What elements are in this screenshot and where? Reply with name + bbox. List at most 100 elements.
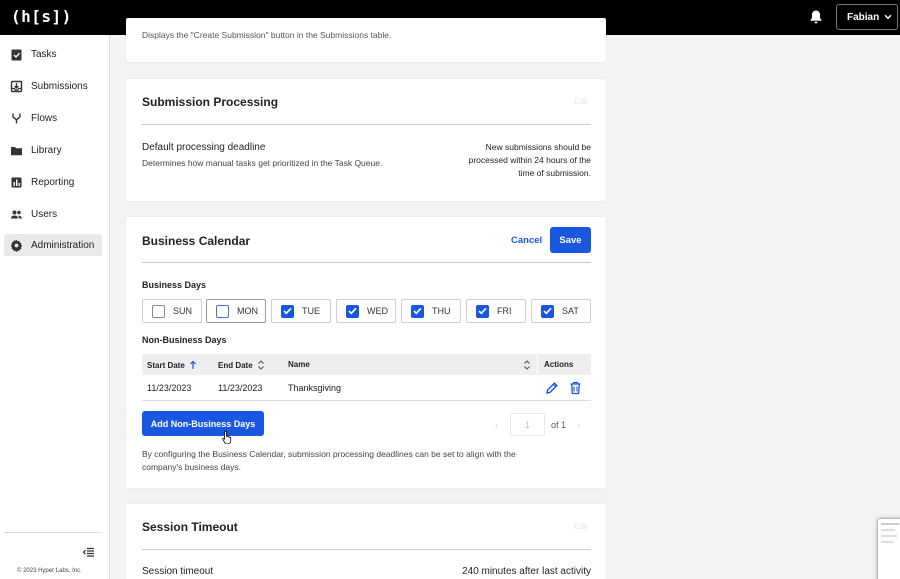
check-icon [543,307,552,315]
checkbox[interactable] [411,304,424,318]
copyright: © 2023 Hyper Labs, Inc. [17,568,82,574]
cell-start-date: 11/23/2023 [147,383,192,393]
column-label: Start Date [147,360,185,370]
card-title: Session Timeout [142,520,238,534]
setting-value-line2: processed within 24 hours of the [468,155,591,165]
setting-value-line3: time of submission. [518,168,591,178]
day-label: WED [367,306,388,316]
sidebar-divider [4,532,102,533]
checkbox[interactable] [346,304,359,318]
bar-chart-icon [11,177,22,187]
day-label: SUN [173,306,193,316]
business-days-label: Business Days [142,280,207,290]
table-row: 11/23/2023 11/23/2023 Thanksgiving [142,375,591,401]
setting-value-line1: New submissions should be [485,142,591,152]
column-header-name[interactable]: Name [288,360,310,369]
edit-button[interactable]: Edit [574,522,588,531]
users-icon [11,210,22,218]
thumbnail-line [881,535,897,537]
add-non-business-days-button[interactable]: Add Non-Business Days [142,411,264,436]
cell-name: Thanksgiving [288,383,342,393]
sidebar-item-submissions[interactable]: Submissions [4,75,102,97]
app-logo[interactable]: (h[s]) [11,7,72,26]
sidebar-item-label: Administration [31,239,95,251]
sidebar-item-label: Library [31,144,62,156]
next-page-icon[interactable]: › [577,420,580,430]
column-label: End Date [218,360,253,370]
page-input[interactable]: 1 [510,413,545,436]
day-toggle-thu[interactable]: THU [401,299,461,323]
user-name: Fabian [847,11,880,23]
sidebar-item-label: Tasks [31,48,57,60]
footnote-line2: company's business days. [142,462,241,472]
checkbox[interactable] [216,304,229,318]
pencil-icon[interactable] [545,381,559,395]
day-label: MON [237,306,258,316]
checkbox[interactable] [281,304,294,318]
column-label: Actions [544,360,574,369]
edit-button[interactable]: Edit [574,97,588,106]
trash-icon[interactable] [569,381,582,395]
setting-label: Session timeout [142,566,214,577]
clipboard-check-icon [11,49,22,60]
column-header-end-date[interactable]: End Date [218,360,265,370]
inbox-icon [10,80,23,92]
column-header-actions: Actions [544,360,573,369]
card-session-timeout: Session Timeout Edit Session timeout 240… [126,504,606,579]
previous-page-icon[interactable]: ‹ [495,420,498,430]
setting-value: 240 minutes after last activity [462,566,591,577]
check-icon [413,307,422,315]
divider [142,549,591,550]
sidebar-item-library[interactable]: Library [4,139,102,161]
sidebar: Tasks Submissions Flows Library Reportin… [0,35,110,579]
checkbox[interactable] [476,304,489,318]
sidebar-item-administration[interactable]: Administration [4,234,102,256]
day-toggle-fri[interactable]: FRI [466,299,526,323]
preview-thumbnail[interactable] [877,518,900,579]
non-business-days-label: Non-Business Days [142,335,227,345]
sidebar-item-flows[interactable]: Flows [4,107,102,129]
day-toggle-tue[interactable]: TUE [271,299,331,323]
card-title: Business Calendar [142,234,251,248]
checkbox[interactable] [152,304,165,318]
sort-icon[interactable] [257,360,265,370]
column-header-start-date[interactable]: Start Date [147,360,197,370]
cancel-button[interactable]: Cancel [511,235,542,246]
thumbnail-line [881,541,893,543]
checkbox[interactable] [541,304,554,318]
fork-icon [12,113,21,123]
sidebar-item-users[interactable]: Users [4,203,102,225]
card-submission-processing: Submission Processing Edit Default proce… [126,79,606,201]
collapse-sidebar-icon[interactable] [82,546,95,559]
sort-icon[interactable] [523,360,531,370]
setting-label: Default processing deadline [142,142,266,153]
sidebar-item-tasks[interactable]: Tasks [4,43,102,65]
day-toggle-sat[interactable]: SAT [531,299,591,323]
card-title: Submission Processing [142,95,279,109]
bell-icon[interactable] [808,9,824,25]
sidebar-item-label: Submissions [31,80,88,92]
sort-ascending-icon[interactable] [189,360,197,370]
page-count: of 1 [551,420,567,430]
card-business-calendar: Business Calendar Cancel Save Business D… [126,217,606,488]
day-label: SAT [562,306,579,316]
gear-icon [10,239,23,252]
day-toggle-sun[interactable]: SUN [142,299,202,323]
user-menu-button[interactable]: Fabian [836,4,898,30]
cell-end-date: 11/23/2023 [218,383,263,393]
divider [142,124,591,125]
sidebar-item-label: Reporting [31,176,75,188]
divider [142,262,591,263]
day-toggle-mon[interactable]: MON [206,299,266,323]
sidebar-item-reporting[interactable]: Reporting [4,171,102,193]
thumbnail-line [881,523,899,525]
day-toggle-wed[interactable]: WED [336,299,396,323]
check-icon [478,307,487,315]
day-label: FRI [497,306,512,316]
setting-description: Determines how manual tasks get prioriti… [142,158,383,168]
column-divider [537,354,538,375]
hand-cursor-icon [222,430,232,444]
save-button[interactable]: Save [550,227,591,253]
chevron-down-icon [884,14,892,20]
day-label: TUE [302,306,320,316]
